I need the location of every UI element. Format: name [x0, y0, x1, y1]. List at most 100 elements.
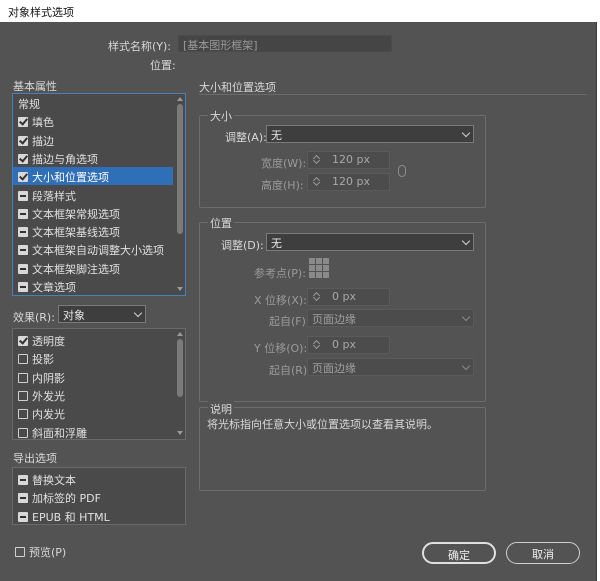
checkbox-icon[interactable]	[18, 263, 28, 274]
preview-checkbox[interactable]: 预览(P)	[15, 544, 66, 560]
reference-point-grid-icon[interactable]	[309, 258, 329, 278]
list-item-label: 内阴影	[32, 371, 65, 385]
list-item[interactable]: 外发光	[13, 386, 173, 404]
width-label: 宽度(W):	[261, 157, 307, 170]
checkbox-icon[interactable]	[18, 208, 28, 219]
checkbox-icon[interactable]	[18, 245, 28, 256]
y-from-value: 页面边缘	[312, 362, 356, 375]
list-item-label: 文本框架常规选项	[32, 207, 120, 221]
size-adjust-label: 调整(A):	[225, 131, 267, 144]
window-title: 对象样式选项	[0, 0, 600, 22]
height-input[interactable]: 120 px	[307, 173, 390, 191]
x-from-value: 页面边缘	[312, 313, 356, 326]
scroll-up-arrow-icon[interactable]	[177, 332, 183, 336]
list-item[interactable]: 文本框架自动调整大小选项	[13, 240, 173, 258]
style-name-label: 样式名称(Y):	[108, 40, 172, 53]
checkbox-icon[interactable]	[15, 547, 25, 557]
scroll-up-arrow-icon[interactable]	[177, 97, 183, 101]
checkbox-icon[interactable]	[18, 493, 28, 504]
basic-attributes-heading: 基本属性	[13, 80, 57, 93]
list-item[interactable]: 描边	[13, 131, 173, 149]
chevron-down-icon	[461, 361, 471, 371]
checkbox-icon[interactable]	[18, 390, 28, 401]
checkbox-icon[interactable]	[18, 190, 28, 201]
y-from-select[interactable]: 页面边缘	[307, 358, 474, 376]
list-item-label: EPUB 和 HTML	[32, 510, 110, 524]
checkbox-icon[interactable]	[18, 117, 28, 128]
width-input[interactable]: 120 px	[307, 151, 390, 169]
list-item[interactable]: 投影	[13, 349, 173, 367]
list-item[interactable]: 填色	[13, 112, 173, 130]
list-item[interactable]: 内发光	[13, 404, 173, 422]
size-heading: 大小	[208, 108, 234, 124]
list-item-label: 文本框架脚注选项	[32, 262, 120, 276]
checkbox-icon[interactable]	[18, 475, 28, 485]
ok-button[interactable]: 确定	[422, 542, 496, 564]
checkbox-icon[interactable]	[18, 282, 28, 292]
description-text: 将光标指向任意大小或位置选项以查看其说明。	[207, 418, 438, 431]
scroll-thumb[interactable]	[177, 104, 183, 234]
scroll-down-arrow-icon[interactable]	[177, 431, 183, 435]
list-item-label: 描边	[32, 134, 54, 148]
chevron-down-icon	[461, 312, 471, 322]
list-item[interactable]: 透明度	[13, 331, 173, 349]
y-offset-value: 0 px	[332, 338, 356, 351]
checkbox-icon[interactable]	[18, 336, 28, 346]
checkbox-icon[interactable]	[18, 511, 28, 522]
checkbox-icon[interactable]	[18, 227, 28, 238]
list-item[interactable]: 段落样式	[13, 186, 173, 204]
list-item[interactable]: 大小和位置选项	[13, 167, 173, 186]
list-item-label: 文本框架自动调整大小选项	[32, 244, 164, 258]
scroll-down-arrow-icon[interactable]	[177, 287, 183, 291]
basic-attributes-scrollbar[interactable]	[176, 94, 184, 295]
list-item[interactable]: 加标签的 PDF	[13, 488, 173, 506]
list-item-label: 加标签的 PDF	[32, 492, 101, 506]
list-item[interactable]: EPUB 和 HTML	[13, 507, 173, 525]
position-adjust-select[interactable]: 无	[266, 233, 474, 251]
reference-point-label: 参考点(P):	[254, 267, 306, 280]
preview-label: 预览(P)	[29, 546, 67, 559]
effects-scrollbar[interactable]	[176, 329, 184, 439]
y-offset-input[interactable]: 0 px	[307, 336, 390, 354]
basic-attributes-list: 常规 填色 描边 描边与角选项 大小和位置选项 段落样式 文本框架常规选项 文本框架基线选项文…	[12, 93, 186, 296]
list-item-label: 文本框架基线选项	[32, 226, 120, 240]
list-item[interactable]: 描边与角选项	[13, 149, 173, 167]
list-item-label: 斜面和浮雕	[32, 426, 87, 440]
width-value: 120 px	[332, 153, 370, 166]
effects-select[interactable]: 对象	[58, 305, 146, 323]
x-from-select[interactable]: 页面边缘	[307, 309, 474, 327]
list-item-label: 填色	[32, 116, 54, 130]
checkbox-icon[interactable]	[18, 172, 28, 183]
effects-list: 透明度 投影内阴影 外发光 内发光斜面和浮雕	[12, 328, 186, 440]
scroll-thumb[interactable]	[177, 339, 183, 397]
list-item[interactable]: 文章选项	[13, 277, 173, 295]
list-item[interactable]: 替换文本	[13, 470, 173, 488]
checkbox-icon[interactable]	[18, 153, 28, 164]
list-item-label: 替换文本	[32, 474, 76, 487]
cancel-button[interactable]: 取消	[506, 542, 580, 564]
x-offset-value: 0 px	[332, 290, 356, 303]
checkbox-icon[interactable]	[18, 427, 28, 438]
height-value: 120 px	[332, 175, 370, 188]
checkbox-icon[interactable]	[18, 409, 28, 420]
list-item[interactable]: 斜面和浮雕	[13, 423, 173, 441]
list-item-label: 透明度	[32, 335, 65, 348]
checkbox-icon[interactable]	[18, 354, 28, 365]
list-item[interactable]: 内阴影	[13, 368, 173, 386]
list-item-label: 文章选项	[32, 281, 76, 294]
list-item[interactable]: 常规	[13, 94, 173, 112]
checkbox-icon[interactable]	[18, 372, 28, 383]
list-item[interactable]: 文本框架基线选项	[13, 222, 173, 240]
list-item[interactable]: 文本框架常规选项	[13, 204, 173, 222]
list-item[interactable]: 文本框架脚注选项	[13, 259, 173, 277]
export-options-heading: 导出选项	[13, 452, 57, 465]
size-adjust-select[interactable]: 无	[266, 125, 474, 143]
constrain-proportions-link-icon[interactable]	[398, 165, 406, 177]
position-heading: 位置	[208, 215, 234, 231]
chevron-down-icon	[461, 236, 471, 246]
checkbox-icon[interactable]	[18, 135, 28, 146]
style-name-input[interactable]: [基本图形框架]	[178, 35, 392, 52]
x-offset-input[interactable]: 0 px	[307, 288, 390, 306]
size-adjust-value: 无	[271, 129, 282, 142]
list-item-label: 段落样式	[32, 189, 76, 203]
